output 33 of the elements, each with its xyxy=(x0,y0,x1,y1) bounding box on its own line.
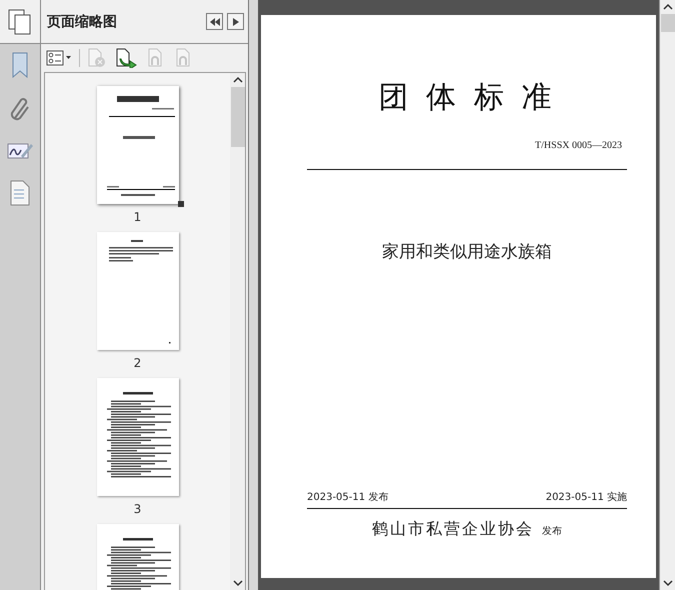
panel-title: 页面缩略图 xyxy=(47,12,118,30)
page-thumbnail[interactable] xyxy=(96,86,178,204)
paperclip-icon[interactable] xyxy=(9,96,31,122)
page-thumbnail[interactable] xyxy=(96,378,178,496)
scroll-up-icon[interactable] xyxy=(232,76,242,83)
document-scrollbar[interactable] xyxy=(659,0,675,590)
page-number: 1 xyxy=(134,210,142,224)
right-arrow-icon xyxy=(232,18,238,26)
document-title: 家用和类似用途水族箱 xyxy=(382,241,552,263)
page-number: 2 xyxy=(134,356,142,370)
scrollbar[interactable] xyxy=(230,73,245,590)
scroll-thumb[interactable] xyxy=(230,87,244,147)
publish-date: 2023-05-11 发布 xyxy=(307,491,388,504)
page-icon[interactable] xyxy=(10,180,30,206)
scroll-thumb[interactable] xyxy=(660,14,674,32)
collapse-button[interactable] xyxy=(206,13,223,30)
standard-code: T/HSSX 0005—2023 xyxy=(535,140,622,151)
document-heading: 团 体 标 准 xyxy=(378,79,556,117)
page-number: 3 xyxy=(134,502,142,516)
issuer-name: 鹤山市私营企业协会 xyxy=(372,519,534,540)
scroll-up-icon[interactable] xyxy=(662,3,672,10)
issuer-suffix: 发布 xyxy=(542,525,562,538)
expand-button[interactable] xyxy=(227,13,244,30)
insert-page-button[interactable] xyxy=(114,47,138,69)
page-thumbnail[interactable] xyxy=(96,232,178,350)
splitter-handle[interactable] xyxy=(248,0,259,590)
resize-handle[interactable] xyxy=(178,201,184,207)
options-button[interactable] xyxy=(45,49,73,67)
effective-date: 2023-05-11 实施 xyxy=(546,490,627,504)
scroll-down-icon[interactable] xyxy=(662,580,672,587)
pages-icon[interactable] xyxy=(8,8,32,34)
scroll-down-icon[interactable] xyxy=(232,580,242,587)
double-left-arrow-icon xyxy=(210,18,220,26)
